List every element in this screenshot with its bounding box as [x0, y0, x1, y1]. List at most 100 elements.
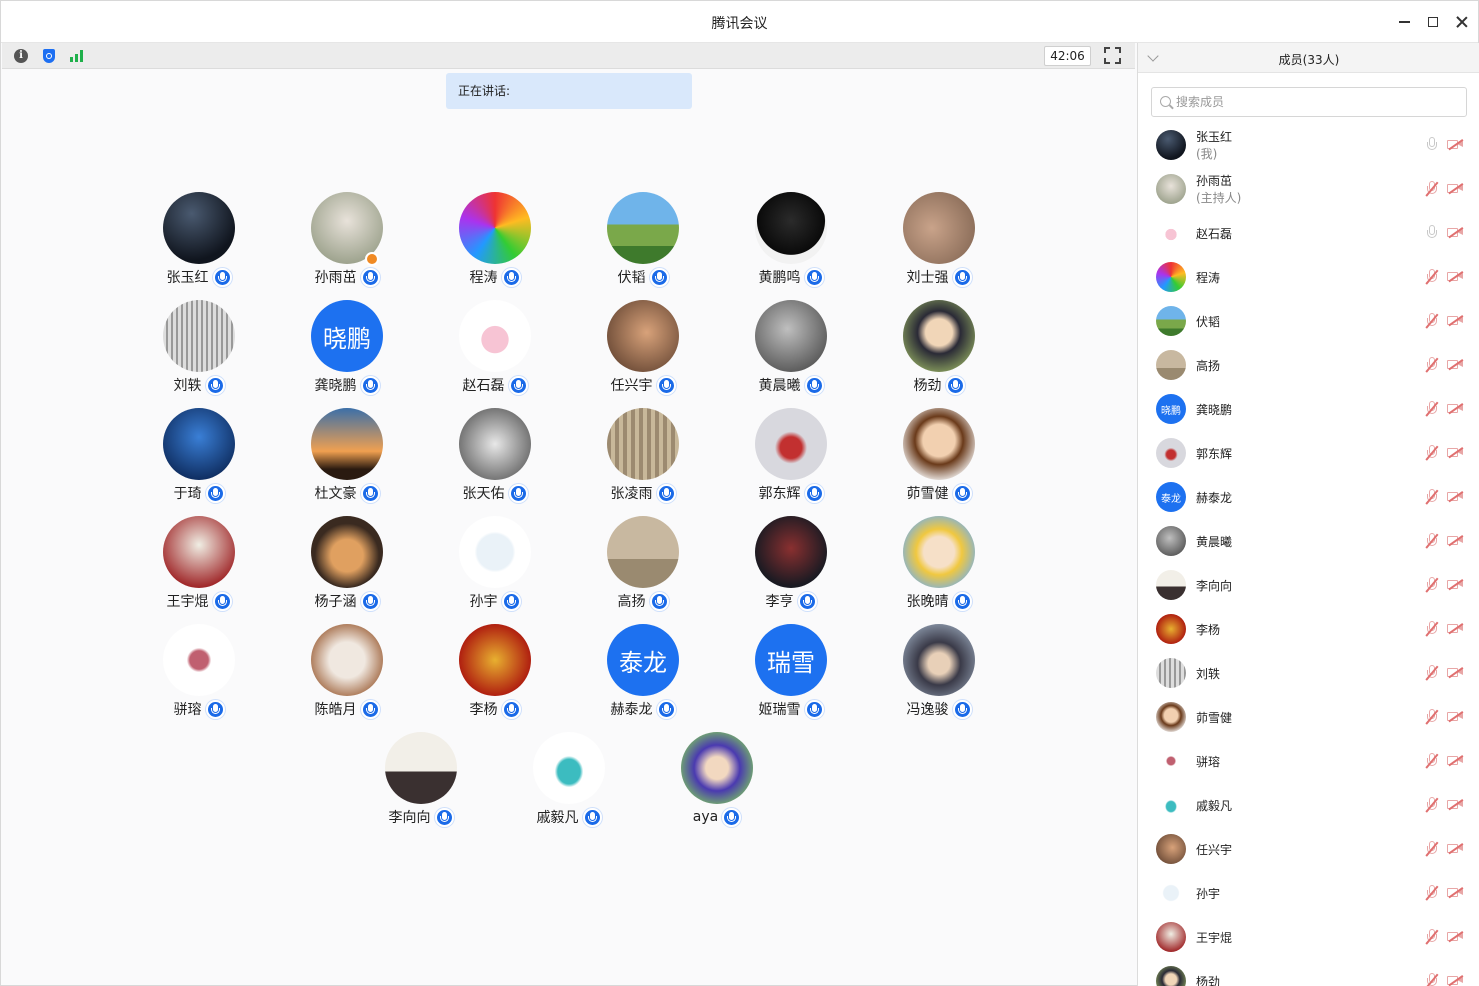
participant-tile[interactable]: 孙宇: [425, 516, 565, 618]
camera-off-icon[interactable]: [1447, 843, 1464, 854]
participant-tile[interactable]: 杨子涵: [277, 516, 417, 618]
participant-tile[interactable]: 王宇焜: [129, 516, 269, 618]
participant-avatar[interactable]: [459, 192, 531, 264]
participant-tile[interactable]: 李杨: [425, 624, 565, 726]
participant-tile[interactable]: 于琦: [129, 408, 269, 510]
participant-avatar[interactable]: [755, 300, 827, 372]
fullscreen-icon[interactable]: [1104, 47, 1121, 64]
camera-off-icon[interactable]: [1447, 799, 1464, 810]
participant-avatar[interactable]: [607, 192, 679, 264]
participant-avatar[interactable]: [681, 732, 753, 804]
mic-muted-icon[interactable]: [1426, 181, 1438, 197]
participant-avatar[interactable]: [607, 516, 679, 588]
member-row[interactable]: 张玉红 (我): [1138, 123, 1479, 167]
participant-avatar[interactable]: 晓鹏: [311, 300, 383, 372]
network-status-button[interactable]: [68, 48, 84, 64]
mic-muted-icon[interactable]: [1426, 885, 1438, 901]
mic-muted-icon[interactable]: [1426, 577, 1438, 593]
participant-avatar[interactable]: [903, 192, 975, 264]
participant-tile[interactable]: 泰龙 赫泰龙: [573, 624, 713, 726]
camera-off-icon[interactable]: [1447, 755, 1464, 766]
camera-off-icon[interactable]: [1447, 535, 1464, 546]
member-row[interactable]: 高扬: [1138, 343, 1479, 387]
member-search-input[interactable]: [1176, 92, 1456, 112]
camera-off-icon[interactable]: [1447, 227, 1464, 238]
member-row[interactable]: 刘轶: [1138, 651, 1479, 695]
participant-avatar[interactable]: [459, 300, 531, 372]
participant-avatar[interactable]: [163, 624, 235, 696]
mic-muted-icon[interactable]: [1426, 665, 1438, 681]
mic-muted-icon[interactable]: [1426, 269, 1438, 285]
camera-off-icon[interactable]: [1447, 403, 1464, 414]
participant-avatar[interactable]: [163, 516, 235, 588]
mic-muted-icon[interactable]: [1426, 973, 1438, 986]
mic-muted-icon[interactable]: [1426, 533, 1438, 549]
participant-tile[interactable]: 李向向: [351, 732, 491, 834]
participant-tile[interactable]: aya: [647, 732, 787, 834]
participant-avatar[interactable]: [755, 408, 827, 480]
mic-muted-icon[interactable]: [1426, 929, 1438, 945]
participant-tile[interactable]: 任兴宇: [573, 300, 713, 402]
mic-muted-icon[interactable]: [1426, 621, 1438, 637]
member-row[interactable]: 晓鹏 龚晓鹏: [1138, 387, 1479, 431]
camera-off-icon[interactable]: [1447, 447, 1464, 458]
member-row[interactable]: 郭东辉: [1138, 431, 1479, 475]
participant-tile[interactable]: 茆雪健: [869, 408, 1009, 510]
member-row[interactable]: 伏韬: [1138, 299, 1479, 343]
mic-icon[interactable]: [1426, 137, 1438, 153]
mic-muted-icon[interactable]: [1426, 445, 1438, 461]
participant-tile[interactable]: 杜文豪: [277, 408, 417, 510]
participant-tile[interactable]: 刘士强: [869, 192, 1009, 294]
participant-avatar[interactable]: [755, 192, 827, 264]
member-row[interactable]: 程涛: [1138, 255, 1479, 299]
mic-muted-icon[interactable]: [1426, 753, 1438, 769]
mic-muted-icon[interactable]: [1426, 489, 1438, 505]
meeting-info-button[interactable]: i: [13, 48, 29, 64]
minimize-button[interactable]: [1391, 9, 1417, 35]
participant-avatar[interactable]: [163, 408, 235, 480]
participant-avatar[interactable]: [755, 516, 827, 588]
mic-muted-icon[interactable]: [1426, 401, 1438, 417]
camera-off-icon[interactable]: [1447, 667, 1464, 678]
member-row[interactable]: 孙宇: [1138, 871, 1479, 915]
participant-tile[interactable]: 黄鹏鸣: [721, 192, 861, 294]
camera-off-icon[interactable]: [1447, 711, 1464, 722]
member-row[interactable]: 李杨: [1138, 607, 1479, 651]
participant-tile[interactable]: 高扬: [573, 516, 713, 618]
camera-off-icon[interactable]: [1447, 975, 1464, 986]
member-row[interactable]: 泰龙 赫泰龙: [1138, 475, 1479, 519]
camera-off-icon[interactable]: [1447, 887, 1464, 898]
participant-tile[interactable]: 黄晨曦: [721, 300, 861, 402]
participant-tile[interactable]: 程涛: [425, 192, 565, 294]
mic-muted-icon[interactable]: [1426, 841, 1438, 857]
mic-icon[interactable]: [1426, 225, 1438, 241]
participant-tile[interactable]: 刘轶: [129, 300, 269, 402]
security-button[interactable]: [41, 48, 57, 64]
participant-tile[interactable]: 骈瑢: [129, 624, 269, 726]
participant-tile[interactable]: 张玉红: [129, 192, 269, 294]
participant-avatar[interactable]: [311, 408, 383, 480]
participant-tile[interactable]: 冯逸骏: [869, 624, 1009, 726]
mic-muted-icon[interactable]: [1426, 709, 1438, 725]
participant-avatar[interactable]: [903, 408, 975, 480]
maximize-button[interactable]: [1420, 9, 1446, 35]
participant-avatar[interactable]: 瑞雪: [755, 624, 827, 696]
participant-avatar[interactable]: [903, 624, 975, 696]
member-row[interactable]: 骈瑢: [1138, 739, 1479, 783]
member-row[interactable]: 茆雪健: [1138, 695, 1479, 739]
member-row[interactable]: 王宇焜: [1138, 915, 1479, 959]
camera-off-icon[interactable]: [1447, 931, 1464, 942]
participant-tile[interactable]: 伏韬: [573, 192, 713, 294]
member-row[interactable]: 黄晨曦: [1138, 519, 1479, 563]
member-row[interactable]: 戚毅凡: [1138, 783, 1479, 827]
participant-tile[interactable]: 张凌雨: [573, 408, 713, 510]
participant-tile[interactable]: 晓鹏 龚晓鹏: [277, 300, 417, 402]
participant-tile[interactable]: 郭东辉: [721, 408, 861, 510]
participant-avatar[interactable]: [459, 516, 531, 588]
participant-avatar[interactable]: [163, 192, 235, 264]
participant-tile[interactable]: 戚毅凡: [499, 732, 639, 834]
participant-tile[interactable]: 张晚晴: [869, 516, 1009, 618]
camera-off-icon[interactable]: [1447, 139, 1464, 150]
member-row[interactable]: 赵石磊: [1138, 211, 1479, 255]
close-button[interactable]: [1449, 9, 1475, 35]
